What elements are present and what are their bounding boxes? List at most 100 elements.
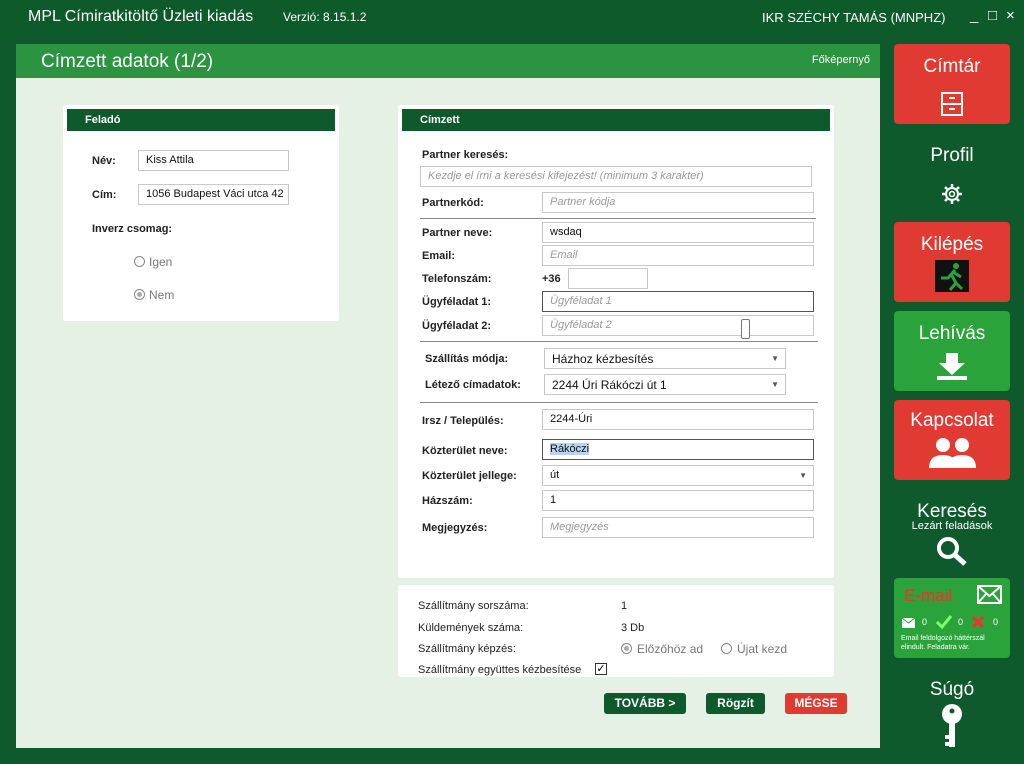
partner-code-label: Partnerkód: [422,197,484,209]
sidebar-contact-label: Kapcsolat [910,410,994,431]
shipment-serial-label: Szállítmány sorszáma: [418,600,529,612]
sidebar-exit-label: Kilépés [920,234,984,255]
email-input[interactable]: Email [542,245,814,266]
sidebar-help-label: Súgó [929,679,975,700]
partner-name-label: Partner neve: [422,227,493,239]
zip-city-input[interactable]: 2244-Úri [542,409,814,430]
street-name-label: Közterület neve: [422,445,508,457]
street-type-value: út [550,469,560,481]
divider [420,341,818,342]
sidebar-search[interactable]: Keresés Lezárt feladások [894,489,1010,569]
street-name-input[interactable]: Rákóczi [542,439,814,460]
street-type-select[interactable]: út ▼ [542,465,814,486]
sender-card-title: Feladó [67,109,335,131]
shipment-serial-value: 1 [621,600,628,612]
divider [420,402,818,403]
resize-handle[interactable] [741,319,750,339]
joint-delivery-label: Szállítmány együttes kézbesítése [418,664,582,676]
cancel-button[interactable]: MÉGSE [785,693,847,714]
sidebar-directory-label: Címtár [923,56,981,77]
shipping-method-value: Házhoz kézbesítés [552,352,654,366]
close-button[interactable]: × [1006,8,1015,24]
start-new-label: Újat kezd [737,642,788,656]
partner-search-input[interactable]: Kezdje el írni a keresési kifejezést! (m… [420,166,812,187]
save-button[interactable]: Rögzít [706,693,765,714]
sidebar-pickup-label: Lehívás [918,323,986,344]
user-label: IKR SZÉCHY TAMÁS (MNPHZ) [762,10,946,25]
start-new-radio[interactable] [721,643,732,654]
existing-address-select[interactable]: 2244 Úri Rákóczi út 1 ▼ [544,374,786,395]
email-count-incoming: 0 [922,617,928,627]
partner-code-input[interactable]: Partner kódja [542,192,814,213]
street-type-label: Közterület jellege: [422,470,517,482]
existing-address-value: 2244 Úri Rákóczi út 1 [552,378,667,392]
phone-input[interactable] [568,268,648,289]
sidebar-contact[interactable]: Kapcsolat [894,400,1010,480]
sidebar-help[interactable]: Súgó [894,667,1010,749]
error-x-icon [971,615,985,629]
title-bar: MPL Címiratkitöltő Üzleti kiadás Verzió:… [0,0,1024,36]
envelope-icon [977,585,1002,604]
inverse-package-label: Inverz csomag: [92,223,173,235]
sidebar-profile[interactable]: Profil [894,133,1010,213]
partner-name-input[interactable]: wsdaq [542,222,814,243]
sidebar-profile-label: Profil [930,145,974,166]
home-link[interactable]: Főképernyő [812,54,870,66]
sender-address-label: Cím: [92,189,117,201]
house-number-input[interactable]: 1 [542,490,814,511]
customer-data-1-input[interactable]: Ügyféladat 1 [542,291,814,312]
maximize-button[interactable]: □ [988,8,997,24]
cabinet-icon [941,92,963,116]
add-to-previous-radio[interactable] [621,643,632,654]
shipment-form-label: Szállítmány képzés: [418,643,516,655]
sidebar-pickup[interactable]: Lehívás [894,311,1010,391]
recipient-card-title: Címzett [402,109,830,131]
email-count-error: 0 [993,617,999,627]
joint-delivery-checkbox[interactable]: ✓ [595,663,607,675]
package-count-label: Küldemények száma: [418,622,524,634]
house-number-label: Házszám: [422,495,473,507]
sender-address-field[interactable]: 1056 Budapest Váci utca 42 [138,184,289,205]
recipient-card: Címzett Partner keresés: Kezdje el írni … [398,105,834,578]
sender-name-label: Név: [92,155,116,167]
customer-data-2-input[interactable]: Ügyféladat 2 [542,315,814,336]
email-status-text: Email feldolgozó háttérszál elindult. Fe… [901,635,985,651]
exit-icon [935,260,969,292]
app-title: MPL Címiratkitöltő Üzleti kiadás [28,8,254,25]
mail-small-icon [902,618,915,628]
magnifier-icon [937,537,967,566]
sidebar-directory[interactable]: Címtár [894,44,1010,124]
inverse-yes-label: Igen [149,255,173,269]
sidebar-email[interactable]: E-mail 0 0 0 Email feldolgozó háttérszál… [894,578,1010,658]
add-to-previous-label: Előzőhöz ad [637,642,704,656]
main-header: Címzett adatok (1/2) Főképernyő [16,44,880,78]
page-title: Címzett adatok (1/2) [41,51,214,72]
sidebar-exit[interactable]: Kilépés [894,222,1010,302]
sender-card: Feladó Név: Kiss Attila Cím: 1056 Budape… [63,105,339,321]
email-label: Email: [422,250,456,262]
customer-data-1-label: Ügyféladat 1: [422,296,492,308]
zip-city-label: Irsz / Település: [422,415,504,427]
chevron-down-icon: ▼ [771,380,779,389]
check-icon [936,615,952,629]
sender-name-field[interactable]: Kiss Attila [138,150,289,171]
existing-address-label: Létező címadatok: [425,379,521,391]
sidebar-email-label: E-mail [904,586,953,605]
download-icon [937,353,967,380]
street-name-value: Rákóczi [550,443,590,455]
chevron-down-icon: ▼ [771,354,779,363]
note-input[interactable]: Megjegyzés [542,517,814,538]
shipping-method-select[interactable]: Házhoz kézbesítés ▼ [544,348,786,369]
gear-icon [942,184,962,204]
version-label: Verzió: 8.15.1.2 [283,10,367,24]
phone-label: Telefonszám: [422,273,492,285]
chevron-down-icon: ▼ [799,471,807,480]
divider [420,218,816,219]
inverse-no-radio[interactable] [134,289,145,300]
minimize-button[interactable]: _ [970,8,978,24]
customer-data-2-label: Ügyféladat 2: [422,320,492,332]
email-count-success: 0 [958,617,964,627]
inverse-no-label: Nem [149,288,175,302]
inverse-yes-radio[interactable] [134,256,145,267]
next-button[interactable]: TOVÁBB > [604,693,686,714]
